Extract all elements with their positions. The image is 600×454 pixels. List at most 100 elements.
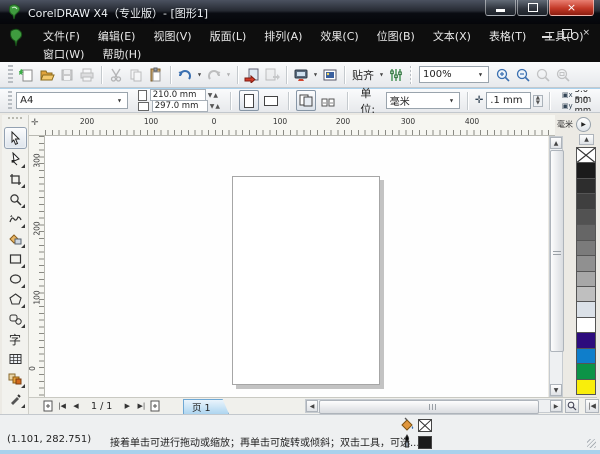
page-indicator[interactable]: 1 / 1: [91, 401, 112, 412]
previous-page-button[interactable]: ◀: [69, 399, 83, 414]
menu-arrange[interactable]: 排列(A): [255, 27, 311, 45]
color-swatch[interactable]: [576, 380, 596, 395]
eyedropper-tool[interactable]: [5, 389, 26, 409]
restore-button[interactable]: [517, 0, 548, 16]
menu-view[interactable]: 视图(V): [144, 27, 200, 45]
menu-table[interactable]: 表格(T): [480, 27, 535, 45]
menu-text[interactable]: 文本(X): [424, 27, 480, 45]
menu-effects[interactable]: 效果(C): [311, 27, 367, 45]
options-icon[interactable]: [386, 65, 406, 85]
property-bar-grip[interactable]: [8, 91, 12, 111]
horizontal-scrollbar[interactable]: ◀ ▶: [305, 399, 563, 413]
toolbox-grip[interactable]: [8, 117, 22, 125]
menu-window[interactable]: 窗口(W): [34, 45, 93, 63]
polygon-tool[interactable]: [5, 289, 26, 309]
vertical-scrollbar[interactable]: ▲ ▼: [549, 136, 563, 397]
color-swatch[interactable]: [576, 272, 596, 287]
pick-tool[interactable]: [4, 127, 27, 149]
portrait-button[interactable]: [239, 90, 259, 111]
undo-dropdown-icon[interactable]: ▼: [197, 72, 202, 77]
zoom-tool[interactable]: [5, 189, 26, 209]
outline-color-swatch[interactable]: [418, 436, 432, 449]
zoom-level-select[interactable]: 100% ▼: [419, 66, 489, 83]
text-tool[interactable]: 字: [5, 329, 26, 349]
color-swatch[interactable]: [576, 364, 596, 379]
last-page-button[interactable]: ▶|: [134, 399, 148, 414]
paper-height-spinner[interactable]: ▼▲: [210, 103, 221, 110]
color-swatch[interactable]: [576, 333, 596, 348]
color-swatch[interactable]: [576, 194, 596, 209]
snap-to-button[interactable]: 贴齐: [349, 65, 377, 85]
next-page-button[interactable]: ▶: [120, 399, 134, 414]
minimize-button[interactable]: [485, 0, 516, 16]
color-swatch[interactable]: [576, 210, 596, 225]
page-tab[interactable]: 页 1: [183, 399, 229, 414]
smart-fill-tool[interactable]: [5, 229, 26, 249]
doc-restore-button[interactable]: [562, 29, 572, 38]
horizontal-ruler[interactable]: ✛ 200 100 0 100 200 300 400: [29, 115, 555, 136]
vertical-scroll-thumb[interactable]: [550, 150, 564, 352]
menu-file[interactable]: 文件(F): [34, 27, 89, 45]
fill-color-swatch[interactable]: [418, 419, 432, 432]
doc-close-button[interactable]: ×: [582, 28, 590, 38]
horizontal-scroll-thumb[interactable]: [319, 400, 539, 414]
doc-minimize-button[interactable]: [542, 29, 552, 38]
all-pages-button[interactable]: [296, 90, 316, 111]
first-page-button[interactable]: |◀: [55, 399, 69, 414]
freehand-tool[interactable]: [5, 209, 26, 229]
add-page-after-button[interactable]: [148, 399, 162, 414]
interactive-blend-tool[interactable]: [5, 369, 26, 389]
color-swatch[interactable]: [576, 179, 596, 194]
zoom-in-icon[interactable]: [493, 65, 513, 85]
palette-scroll-up-button[interactable]: ▲: [579, 134, 594, 145]
paste-icon[interactable]: [146, 65, 166, 85]
menu-bitmaps[interactable]: 位图(B): [368, 27, 424, 45]
toolbar-grip[interactable]: [8, 65, 13, 85]
menu-help[interactable]: 帮助(H): [93, 45, 150, 63]
menu-layout[interactable]: 版面(L): [201, 27, 256, 45]
open-icon[interactable]: [37, 65, 57, 85]
ellipse-tool[interactable]: [5, 269, 26, 289]
paper-width-spinner[interactable]: ▼▲: [208, 92, 219, 99]
landscape-button[interactable]: [261, 90, 281, 111]
color-swatch-none[interactable]: [576, 147, 596, 163]
ruler-origin-icon[interactable]: ✛: [31, 118, 39, 128]
zoom-out-icon[interactable]: [513, 65, 533, 85]
crop-tool[interactable]: [5, 169, 26, 189]
scroll-down-button[interactable]: ▼: [550, 384, 562, 396]
document-page[interactable]: [232, 176, 380, 385]
palette-flyout-button[interactable]: ▶: [576, 117, 591, 132]
color-swatch[interactable]: [576, 318, 596, 333]
nudge-offset-field[interactable]: .1 mm: [486, 92, 530, 109]
scroll-right-button[interactable]: ▶: [550, 400, 562, 412]
color-swatch[interactable]: [576, 163, 596, 178]
scroll-left-button[interactable]: ◀: [306, 400, 318, 412]
launcher-dropdown-icon[interactable]: ▼: [313, 72, 318, 77]
paper-height-field[interactable]: 297.0 mm: [152, 100, 208, 112]
table-tool[interactable]: [5, 349, 26, 369]
nudge-spinner[interactable]: ▲▼: [533, 95, 543, 107]
duplicate-y-field[interactable]: 5.0 mm: [575, 96, 600, 111]
color-swatch[interactable]: [576, 349, 596, 364]
add-page-before-button[interactable]: [41, 399, 55, 414]
document-navigator-button[interactable]: [565, 399, 579, 413]
shape-tool[interactable]: [5, 149, 26, 169]
import-icon[interactable]: [242, 65, 262, 85]
units-select[interactable]: 毫米 ▼: [386, 92, 460, 109]
menu-edit[interactable]: 编辑(E): [89, 27, 145, 45]
color-swatch[interactable]: [576, 225, 596, 240]
welcome-screen-icon[interactable]: [320, 65, 340, 85]
color-swatch[interactable]: [576, 302, 596, 317]
window-resize-grip[interactable]: [587, 439, 596, 448]
basic-shapes-tool[interactable]: [5, 309, 26, 329]
undo-icon[interactable]: [175, 65, 195, 85]
scroll-up-button[interactable]: ▲: [550, 137, 562, 149]
color-swatch[interactable]: [576, 287, 596, 302]
new-document-icon[interactable]: [17, 65, 37, 85]
facing-pages-button[interactable]: [318, 90, 338, 111]
palette-collapse-button[interactable]: |◀: [585, 399, 599, 413]
paper-type-select[interactable]: A4 ▼: [16, 92, 128, 109]
application-launcher-icon[interactable]: [291, 65, 311, 85]
color-swatch[interactable]: [576, 256, 596, 271]
close-button[interactable]: ×: [549, 0, 594, 16]
